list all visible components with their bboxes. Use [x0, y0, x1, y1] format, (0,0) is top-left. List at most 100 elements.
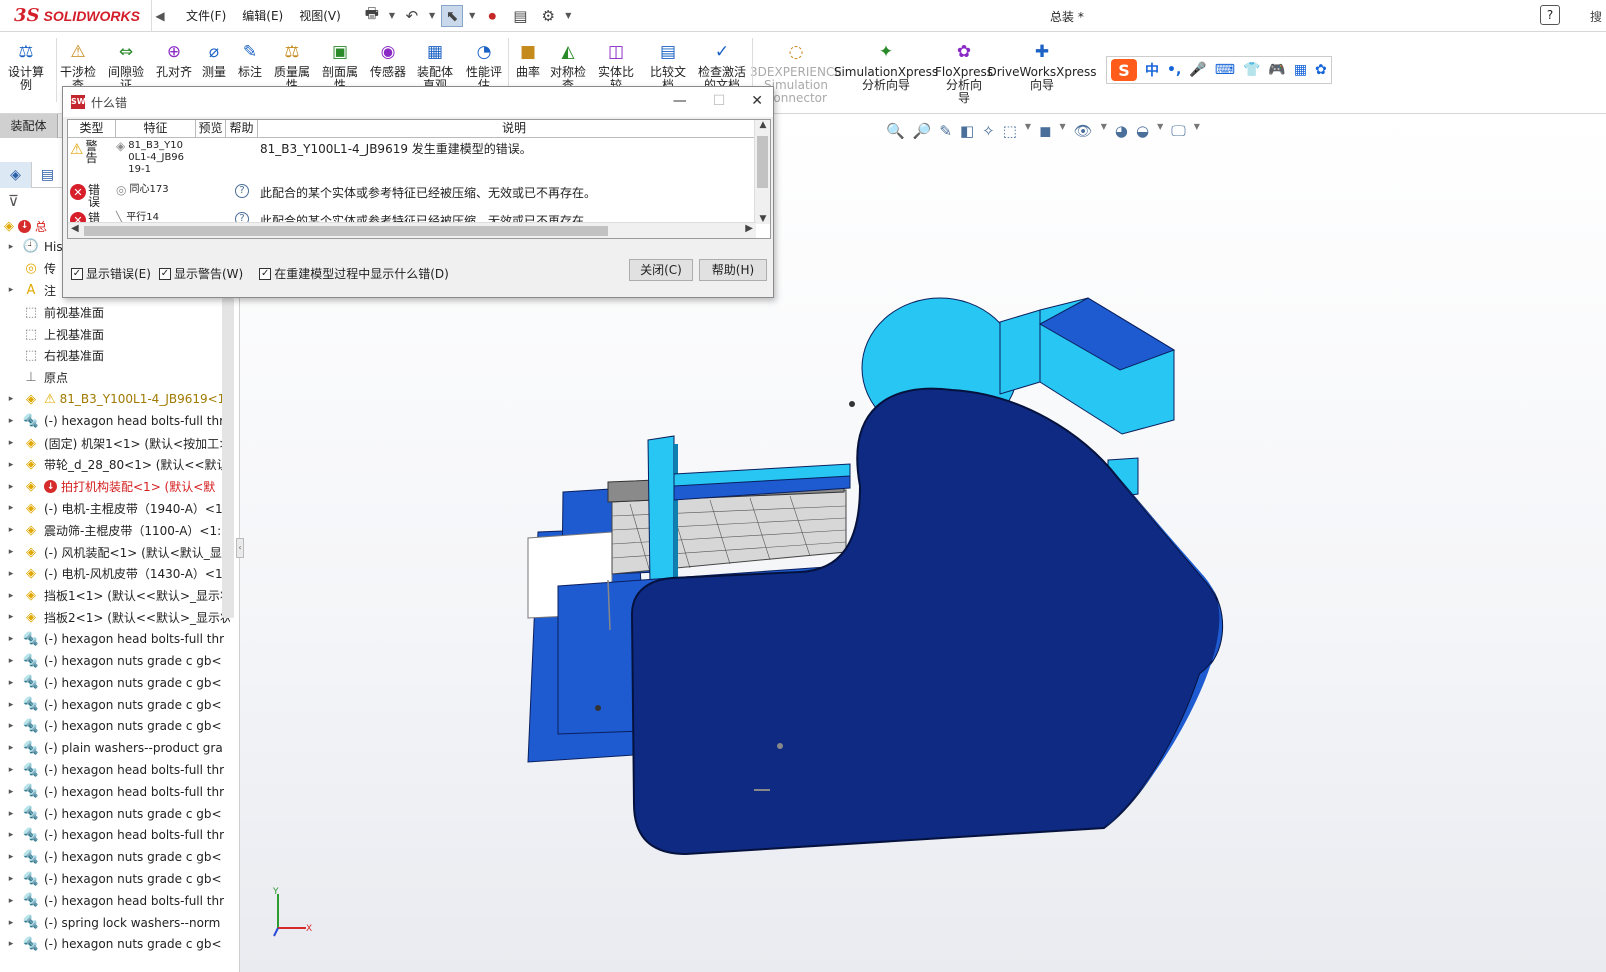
tree-item[interactable]: ▸ ◈ (固定) 机架1<1> (默认<按加工> — [0, 432, 230, 454]
tree-expander-icon[interactable]: ▸ — [0, 394, 22, 404]
search-label-cut[interactable]: 搜 — [1590, 8, 1602, 25]
property-manager-tab-icon[interactable]: ▤ — [32, 162, 64, 188]
scroll-thumb[interactable] — [757, 136, 768, 188]
tree-expander-icon[interactable]: ▸ — [0, 700, 22, 710]
tree-scrollbar[interactable] — [222, 298, 234, 618]
menu-edit[interactable]: 编辑(E) — [234, 7, 291, 24]
panel-collapse-handle[interactable]: ‹ — [236, 538, 244, 558]
tree-expander-icon[interactable]: ▸ — [0, 285, 22, 295]
tree-item[interactable]: ▸ 🔩 (-) plain washers--product gra — [0, 737, 230, 759]
tree-expander-icon[interactable]: ▸ — [0, 874, 22, 884]
tree-expander-icon[interactable]: ▸ — [0, 721, 22, 731]
tree-item[interactable]: ⊥ 原点 — [0, 367, 230, 389]
file-properties-icon[interactable]: ▤ — [509, 5, 531, 27]
scroll-left-icon[interactable]: ◀ — [71, 223, 79, 234]
tree-item[interactable]: ▸ 🔩 (-) hexagon nuts grade c gb< — [0, 846, 230, 868]
error-row[interactable]: ✕ 错误 ◎ 同心173? 此配合的某个实体或参考特征已经被压缩、无效或已不再存在。 — [68, 182, 770, 210]
table-vertical-scrollbar[interactable]: ▲ ▼ — [754, 120, 770, 224]
tree-expander-icon[interactable]: ▸ — [0, 939, 22, 949]
tree-item[interactable]: ▸ 🔩 (-) hexagon nuts grade c gb< — [0, 716, 230, 738]
tab-assembly[interactable]: 装配体 — [0, 114, 58, 138]
tree-item[interactable]: ▸ ◈ (-) 电机-主棍皮带（1940-A）<1 — [0, 498, 230, 520]
tree-item[interactable]: ▸ ◈ ↓ 拍打机构装配<1> (默认<默 — [0, 476, 230, 498]
feature-manager-tab-icon[interactable]: ◈ — [0, 162, 32, 188]
tree-item[interactable]: ▸ 🔩 (-) hexagon nuts grade c gb< — [0, 868, 230, 890]
select-dropdown-icon[interactable]: ▼ — [469, 11, 475, 20]
tree-expander-icon[interactable]: ▸ — [0, 918, 22, 928]
ime-punctuation-icon[interactable]: •, — [1167, 62, 1181, 78]
tree-item[interactable]: ▸ ◈ (-) 风机装配<1> (默认<默认_显: — [0, 541, 230, 563]
tree-expander-icon[interactable]: ▸ — [0, 634, 22, 644]
options-gear-icon[interactable]: ⚙ — [537, 5, 559, 27]
menu-file[interactable]: 文件(F) — [178, 7, 234, 24]
tree-expander-icon[interactable]: ▸ — [0, 525, 22, 535]
tree-expander-icon[interactable]: ▸ — [0, 765, 22, 775]
select-pointer-icon[interactable]: ⬉ — [441, 4, 464, 27]
tree-item[interactable]: ▸ 🔩 (-) hexagon head bolts-full thr — [0, 410, 230, 432]
sogou-ime-icon[interactable]: S — [1111, 59, 1137, 81]
ime-microphone-icon[interactable]: 🎤 — [1189, 62, 1206, 78]
tree-item[interactable]: ▸ 🔩 (-) hexagon nuts grade c gb< — [0, 803, 230, 825]
ribbon-markup-button[interactable]: ✎ 标注 — [226, 40, 274, 79]
ribbon-check-doc-button[interactable]: ✓ 检查激活 的文档 — [698, 40, 746, 92]
ime-game-icon[interactable]: 🎮 — [1268, 62, 1285, 78]
menu-expand-arrow[interactable]: ◀ — [152, 9, 168, 23]
tree-expander-icon[interactable]: ▸ — [0, 830, 22, 840]
close-icon[interactable]: ✕ — [751, 93, 763, 109]
tree-item[interactable]: ▸ 🔩 (-) hexagon head bolts-full thr — [0, 825, 230, 847]
ribbon-section-properties-button[interactable]: ▣ 剖面属 性 — [316, 40, 364, 92]
help-button[interactable]: 帮助(H) — [699, 259, 767, 281]
help-question-icon[interactable]: ? — [1540, 5, 1560, 25]
tree-item[interactable]: ⬚ 前视基准面 — [0, 301, 230, 323]
tree-item[interactable]: ▸ 🔩 (-) hexagon nuts grade c gb< — [0, 672, 230, 694]
tree-item[interactable]: ▸ 🔩 (-) hexagon head bolts-full thr — [0, 890, 230, 912]
ribbon-sensor-button[interactable]: ◉ 传感器 — [364, 40, 412, 79]
tree-expander-icon[interactable]: ▸ — [0, 569, 22, 579]
filter-icon[interactable]: ⊽ — [8, 192, 19, 210]
scroll-thumb[interactable] — [84, 226, 608, 236]
tree-expander-icon[interactable]: ▸ — [0, 852, 22, 862]
rebuild-traffic-light-icon[interactable]: ⏺ — [481, 5, 503, 27]
ribbon-interference-button[interactable]: ⚠ 干涉检 查 — [54, 40, 102, 92]
scroll-up-icon[interactable]: ▲ — [755, 120, 770, 130]
tree-item[interactable]: ▸ 🔩 (-) hexagon head bolts-full thr — [0, 628, 230, 650]
tree-expander-icon[interactable]: ▸ — [0, 460, 22, 470]
table-horizontal-scrollbar[interactable]: ◀ ▶ — [68, 222, 756, 238]
ribbon-calculator-button[interactable]: ⚖ 设计算 例 — [2, 40, 50, 92]
column-header-feature[interactable]: 特征 — [116, 120, 196, 137]
undo-dropdown-icon[interactable]: ▼ — [429, 11, 435, 20]
tree-item[interactable]: ▸ 🔩 (-) spring lock washers--norm — [0, 912, 230, 934]
tree-item[interactable]: ▸ ◈ 挡板1<1> (默认<<默认>_显示状 — [0, 585, 230, 607]
tree-item[interactable]: ▸ 🔩 (-) hexagon head bolts-full thr — [0, 759, 230, 781]
tree-expander-icon[interactable]: ▸ — [0, 656, 22, 666]
undo-icon[interactable]: ↶ — [401, 5, 423, 27]
checkbox-box[interactable]: ✓ — [259, 267, 272, 280]
print-dropdown-icon[interactable]: ▼ — [389, 11, 395, 20]
ime-settings-icon[interactable]: ✿ — [1315, 62, 1327, 78]
scroll-down-icon[interactable]: ▼ — [755, 214, 770, 224]
ribbon-clearance-button[interactable]: ⇔ 间隙验 证 — [102, 40, 150, 92]
column-header-help[interactable]: 帮助 — [226, 120, 258, 137]
tree-item[interactable]: ⬚ 右视基准面 — [0, 345, 230, 367]
tree-expander-icon[interactable]: ▸ — [0, 482, 22, 492]
ribbon-symmetry-check-button[interactable]: ◭ 对称检 查 — [544, 40, 592, 92]
help-question-icon[interactable]: ? — [235, 184, 249, 198]
tree-item[interactable]: ⬚ 上视基准面 — [0, 323, 230, 345]
menu-view[interactable]: 视图(V) — [291, 7, 349, 24]
ribbon-body-compare-button[interactable]: ◫ 实体比 较 — [592, 40, 640, 92]
tree-expander-icon[interactable]: ▸ — [0, 547, 22, 557]
tree-expander-icon[interactable]: ▸ — [0, 809, 22, 819]
show-during-rebuild-checkbox[interactable]: ✓ 在重建模型过程中显示什么错(D) — [259, 265, 449, 282]
print-icon[interactable]: 🖶 — [361, 4, 383, 27]
column-header-preview[interactable]: 预览 — [196, 120, 226, 137]
tree-item[interactable]: ▸ ◈ ⚠ 81_B3_Y100L1-4_JB9619<1 — [0, 389, 230, 411]
tree-item[interactable]: ▸ ◈ 带轮_d_28_80<1> (默认<<默认 — [0, 454, 230, 476]
tree-expander-icon[interactable]: ▸ — [0, 242, 22, 252]
tree-expander-icon[interactable]: ▸ — [0, 743, 22, 753]
options-dropdown-icon[interactable]: ▼ — [565, 11, 571, 20]
ribbon-assembly-visualization-button[interactable]: ▦ 装配体 直观 — [411, 40, 459, 92]
ribbon-performance-button[interactable]: ◔ 性能评 估 — [460, 40, 508, 92]
tree-expander-icon[interactable]: ▸ — [0, 503, 22, 513]
tree-expander-icon[interactable]: ▸ — [0, 678, 22, 688]
ime-toolbox-icon[interactable]: ▦ — [1294, 62, 1307, 78]
